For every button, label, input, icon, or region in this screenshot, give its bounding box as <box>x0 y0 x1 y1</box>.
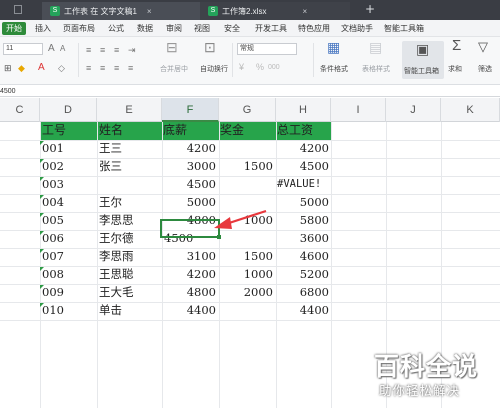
percent-icon[interactable]: % <box>256 62 264 72</box>
align-right-icon[interactable]: ≡ <box>114 63 119 73</box>
title-bar: S 工作表 在 文字文稿1 × S 工作簿2.xlsx × + <box>0 0 500 20</box>
menu-start[interactable]: 开始 <box>2 22 26 35</box>
menu-page-layout[interactable]: 页面布局 <box>63 22 95 35</box>
tab-worksheet-doc[interactable]: S 工作表 在 文字文稿1 × <box>42 2 200 20</box>
table-style-label[interactable]: 表格样式 <box>362 64 390 74</box>
number-format-value: 常规 <box>240 45 254 52</box>
watermark-title: 百科全说 <box>374 352 479 381</box>
merge-icon[interactable]: ⊟ <box>166 40 178 54</box>
menu-review[interactable]: 审阅 <box>166 22 182 35</box>
sum-label[interactable]: 求和 <box>448 64 462 74</box>
currency-icon[interactable]: ¥ <box>239 62 244 72</box>
font-grow-icon[interactable]: A <box>48 44 55 54</box>
fill-color-icon[interactable]: ◆ <box>18 63 25 73</box>
thousands-icon[interactable]: 000 <box>268 63 280 73</box>
sheet-icon: S <box>208 6 218 16</box>
conditional-format-label[interactable]: 条件格式 <box>320 64 348 74</box>
new-tab-button[interactable]: + <box>365 2 375 16</box>
tab-label: 工作表 在 文字文稿1 <box>64 6 137 16</box>
smart-toolbox-button[interactable]: ▣ 智能工具箱 <box>402 41 444 79</box>
watermark-subtitle: 助你轻松解决 <box>379 383 461 398</box>
window-menu-icon[interactable] <box>14 5 22 14</box>
ribbon-toolbar: 11 A A ⊞ ◆ A ◇ ≡ ≡ ≡ ⇥ ≡ ≡ ≡ ≡ ⊟ 合并居中 ⊡ … <box>0 37 500 85</box>
menu-data[interactable]: 数据 <box>137 22 153 35</box>
menu-security[interactable]: 安全 <box>224 22 240 35</box>
menu-features[interactable]: 特色应用 <box>298 22 330 35</box>
conditional-format-icon[interactable]: ▦ <box>327 40 340 54</box>
close-icon[interactable]: × <box>147 7 152 16</box>
table-style-icon[interactable]: ▤ <box>369 40 382 54</box>
font-size-value: 11 <box>6 45 14 52</box>
arrow-shaft <box>225 209 267 226</box>
menu-formula[interactable]: 公式 <box>108 22 124 35</box>
arrow-head <box>214 217 232 229</box>
menu-doc-assistant[interactable]: 文档助手 <box>341 22 373 35</box>
font-size-select[interactable]: 11 <box>3 43 43 55</box>
number-format-select[interactable]: 常规 <box>237 43 297 55</box>
close-icon[interactable]: × <box>302 7 307 16</box>
indent-icon[interactable]: ⇥ <box>128 45 136 55</box>
formula-bar[interactable]: 4500 <box>0 86 500 97</box>
align-middle-icon[interactable]: ≡ <box>100 45 105 55</box>
font-color-icon[interactable]: A <box>38 63 45 73</box>
menu-view[interactable]: 视图 <box>194 22 210 35</box>
smart-toolbox-label: 智能工具箱 <box>404 68 439 75</box>
align-center-icon[interactable]: ≡ <box>100 63 105 73</box>
wrap-text-icon[interactable]: ⊡ <box>204 40 216 54</box>
align-bottom-icon[interactable]: ≡ <box>114 45 119 55</box>
filter-label[interactable]: 筛选 <box>478 64 492 74</box>
menu-bar: 开始 插入 页面布局 公式 数据 审阅 视图 安全 开发工具 特色应用 文档助手… <box>0 20 500 37</box>
sum-icon[interactable]: Σ <box>452 38 461 53</box>
merge-center-label[interactable]: 合并居中 <box>160 64 188 74</box>
toolbox-icon: ▣ <box>416 41 430 57</box>
clear-icon[interactable]: ◇ <box>58 63 65 73</box>
filter-icon[interactable]: ▽ <box>478 40 488 53</box>
distribute-icon[interactable]: ≡ <box>128 63 133 73</box>
border-icon[interactable]: ⊞ <box>4 63 12 73</box>
tab-label: 工作簿2.xlsx <box>222 6 267 16</box>
watermark: 百科全说 助你轻松解决 <box>370 345 500 408</box>
align-top-icon[interactable]: ≡ <box>86 45 91 55</box>
tab-workbook2[interactable]: S 工作簿2.xlsx × <box>200 2 350 20</box>
formula-value[interactable]: 4500 <box>0 86 16 97</box>
menu-dev-tools[interactable]: 开发工具 <box>255 22 287 35</box>
font-shrink-icon[interactable]: A <box>60 44 65 54</box>
wrap-text-label[interactable]: 自动换行 <box>200 64 228 74</box>
align-left-icon[interactable]: ≡ <box>86 63 91 73</box>
sheet-icon: S <box>50 6 60 16</box>
menu-smart-toolbox[interactable]: 智能工具箱 <box>384 22 424 35</box>
menu-insert[interactable]: 插入 <box>35 22 51 35</box>
